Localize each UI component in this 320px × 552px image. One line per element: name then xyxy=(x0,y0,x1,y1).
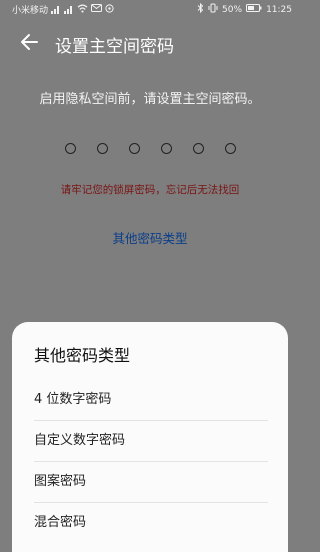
vibrate-icon xyxy=(208,3,218,16)
carrier-label: 小米移动 xyxy=(12,6,49,16)
messages-icon xyxy=(91,4,103,15)
other-password-types-link[interactable]: 其他密码类型 xyxy=(0,228,300,247)
sheet-title: 其他密码类型 xyxy=(34,346,131,365)
bluetooth-icon xyxy=(197,2,204,16)
status-bar: 小米移动 50% 11:25 xyxy=(0,0,300,18)
option-custom-numeric[interactable]: 自定义数字密码 xyxy=(34,421,268,462)
pin-dot xyxy=(160,143,172,154)
pin-dot xyxy=(96,143,108,154)
battery-label: 50% xyxy=(222,4,243,15)
option-4-digit[interactable]: 4 位数字密码 xyxy=(34,380,268,421)
password-type-sheet: 其他密码类型 4 位数字密码 自定义数字密码 图案密码 混合密码 xyxy=(12,322,288,552)
time-label: 11:25 xyxy=(266,4,292,15)
signal-icon xyxy=(51,5,61,14)
page-title: 设置主空间密码 xyxy=(55,37,174,57)
warning-text: 请牢记您的锁屏密码，忘记后无法找回 xyxy=(60,184,240,196)
notification-icon xyxy=(105,3,114,16)
status-left: 小米移动 xyxy=(12,3,114,16)
option-mixed[interactable]: 混合密码 xyxy=(34,503,268,543)
pin-dot xyxy=(64,143,76,154)
header: 设置主空间密码 xyxy=(0,28,300,58)
pin-dot xyxy=(192,143,204,154)
option-pattern[interactable]: 图案密码 xyxy=(34,462,268,503)
pin-dots xyxy=(0,143,300,154)
wifi-icon xyxy=(77,3,88,16)
status-right: 50% 11:25 xyxy=(197,2,292,16)
setup-prompt: 启用隐私空间前，请设置主空间密码。 xyxy=(39,92,261,107)
pin-dot xyxy=(128,143,140,154)
battery-icon xyxy=(246,4,262,15)
signal-icon-2 xyxy=(64,5,74,14)
pin-dot xyxy=(224,143,236,154)
back-arrow-icon[interactable] xyxy=(18,30,42,54)
